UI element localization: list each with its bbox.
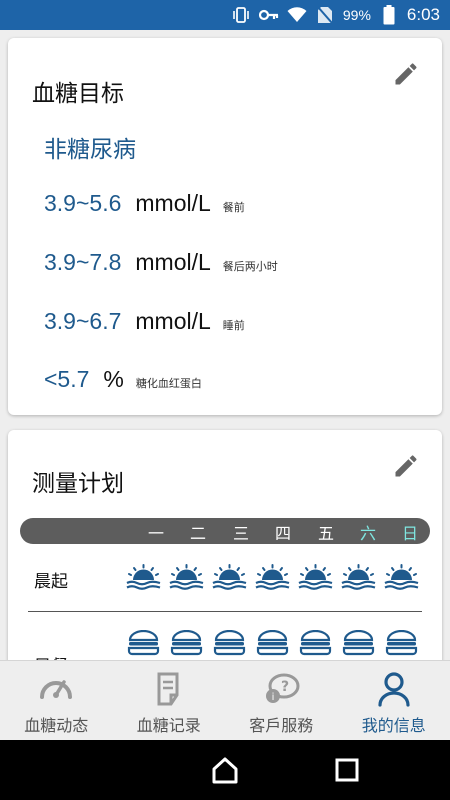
plan-row-label-wakeup: 晨起 [34, 572, 68, 592]
sunrise-icon[interactable] [212, 564, 247, 590]
goal-range: <5.7 [44, 366, 90, 392]
weekday-tue: 二 [189, 524, 206, 543]
burger-icon[interactable] [298, 629, 333, 656]
goal-row-hba1c: <5.7 % 糖化血红蛋白 [44, 366, 202, 393]
user-icon [374, 669, 414, 709]
nav-customer-service[interactable]: i? 客戶服務 [225, 661, 338, 740]
nav-label: 血糖记录 [136, 716, 201, 735]
measurement-plan-card: 测量计划 一 二 三 四 五 六 日 晨起 早餐 [8, 430, 442, 660]
sunrise-icon[interactable] [255, 564, 290, 590]
battery-icon [379, 5, 399, 25]
sunrise-icon[interactable] [341, 564, 376, 590]
document-icon [149, 669, 189, 709]
nav-glucose-record[interactable]: 血糖记录 [113, 661, 226, 740]
plan-row-breakfast-icons [126, 629, 419, 656]
burger-icon[interactable] [126, 629, 161, 656]
bottom-nav: 血糖动态 血糖记录 i? 客戶服務 我的信息 [0, 660, 450, 740]
nav-label: 我的信息 [361, 716, 426, 735]
weekday-thu: 四 [274, 524, 291, 543]
sunrise-icon[interactable] [169, 564, 204, 590]
vibrate-icon [231, 6, 251, 24]
goal-note: 餐前 [222, 201, 245, 214]
goal-row-bedtime: 3.9~6.7 mmol/L 睡前 [44, 308, 245, 335]
burger-icon[interactable] [341, 629, 376, 656]
goal-range: 3.9~5.6 [44, 190, 122, 216]
burger-icon[interactable] [212, 629, 247, 656]
wifi-icon [287, 6, 307, 24]
goal-card-title: 血糖目标 [32, 81, 124, 107]
weekday-bar: 一 二 三 四 五 六 日 [20, 518, 430, 544]
goal-unit: mmol/L [135, 308, 211, 334]
goal-row-after-meal: 3.9~7.8 mmol/L 餐后两小时 [44, 249, 278, 276]
pencil-icon[interactable] [392, 452, 420, 480]
nav-my-info[interactable]: 我的信息 [338, 661, 450, 740]
system-nav-bar [0, 740, 450, 800]
plan-card-title: 测量计划 [32, 471, 124, 497]
goal-note: 糖化血红蛋白 [135, 377, 202, 390]
goal-range: 3.9~7.8 [44, 249, 122, 275]
goal-unit: mmol/L [135, 249, 211, 275]
nav-label: 客戶服務 [249, 716, 314, 735]
burger-icon[interactable] [384, 629, 419, 656]
divider [28, 611, 422, 612]
svg-text:i: i [272, 692, 275, 703]
goal-note: 睡前 [222, 319, 245, 332]
svg-text:?: ? [281, 679, 289, 695]
burger-icon[interactable] [169, 629, 204, 656]
sunrise-icon[interactable] [126, 564, 161, 590]
clock: 6:03 [406, 5, 440, 24]
plan-row-wakeup-icons [126, 564, 419, 590]
sunrise-icon[interactable] [384, 564, 419, 590]
no-sim-icon [315, 6, 335, 24]
weekday-sat: 六 [359, 524, 376, 543]
battery-percent: 99% [342, 7, 371, 23]
goal-unit: mmol/L [135, 190, 211, 216]
scroll-content[interactable]: 血糖目标 非糖尿病 3.9~5.6 mmol/L 餐前 3.9~7.8 mmol… [0, 30, 450, 660]
gauge-icon [36, 669, 76, 709]
goal-range: 3.9~6.7 [44, 308, 122, 334]
nav-label: 血糖动态 [24, 716, 89, 735]
weekday-mon: 一 [147, 524, 164, 543]
glucose-goal-card: 血糖目标 非糖尿病 3.9~5.6 mmol/L 餐前 3.9~7.8 mmol… [8, 38, 442, 415]
status-bar: 99% 6:03 [0, 0, 450, 30]
weekday-fri: 五 [317, 524, 334, 543]
plan-row-label-breakfast: 早餐 [34, 652, 68, 660]
recents-icon[interactable] [332, 755, 362, 785]
key-icon [258, 6, 279, 24]
weekday-sun: 日 [401, 524, 418, 543]
weekday-wed: 三 [232, 524, 249, 543]
chat-question-icon: i? [261, 669, 301, 709]
home-icon[interactable] [210, 755, 240, 785]
goal-row-before-meal: 3.9~5.6 mmol/L 餐前 [44, 190, 245, 217]
burger-icon[interactable] [255, 629, 290, 656]
goal-type: 非糖尿病 [44, 137, 136, 163]
sunrise-icon[interactable] [298, 564, 333, 590]
pencil-icon[interactable] [392, 60, 420, 88]
goal-note: 餐后两小时 [222, 260, 278, 273]
nav-glucose-trend[interactable]: 血糖动态 [0, 661, 113, 740]
goal-unit: % [103, 366, 124, 392]
